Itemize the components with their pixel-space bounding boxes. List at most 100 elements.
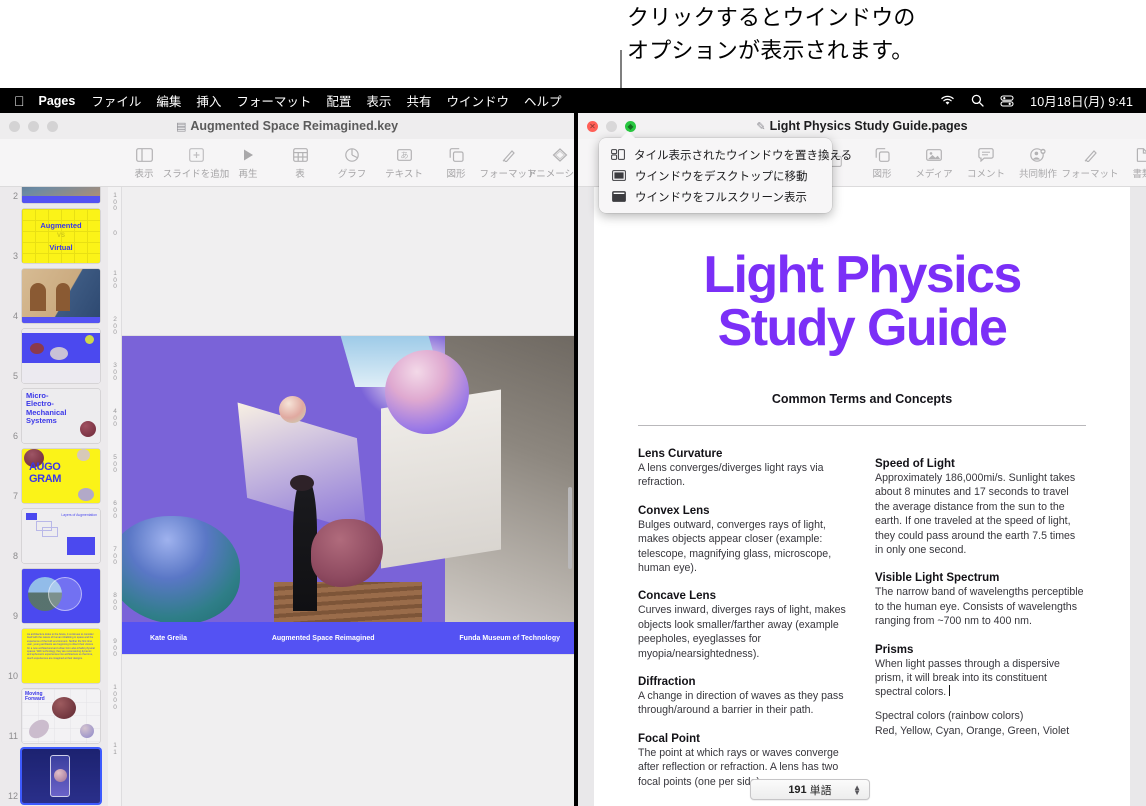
keynote-tool-add-slide[interactable]: スライドを追加 [163, 146, 229, 180]
pages-tool-document[interactable]: 書類 [1116, 146, 1146, 180]
slide-thumb-row[interactable]: 11 Moving Forward [0, 689, 108, 743]
word-count-stepper[interactable]: ▲ ▼ [853, 783, 861, 796]
word-count-number: 191 [788, 783, 807, 796]
keynote-tool-add-slide-label: スライドを追加 [162, 168, 230, 180]
pages-titlebar[interactable]: ✕ ◆ ✎ Light Physics Study Guide.pages [578, 113, 1146, 139]
photo-blob-red [311, 519, 384, 588]
keynote-tool-animate[interactable]: アニメーション [527, 146, 574, 180]
keynote-vertical-ruler: 100 0 100 200 300 400 500 600 700 800 90… [108, 187, 122, 806]
slide-thumb-row[interactable]: 9 [0, 569, 108, 623]
slide-number: 7 [12, 491, 18, 501]
keynote-slide-canvas[interactable]: Kate Greila Augmented Space Reimagined F… [122, 187, 574, 806]
term-definition-text: When light passes through a dispersive p… [875, 657, 1060, 699]
pages-tool-shape[interactable]: 図形 [856, 146, 908, 180]
control-center-icon[interactable] [1000, 94, 1014, 107]
search-icon[interactable] [971, 94, 984, 107]
menu-item-fullscreen-window[interactable]: ウインドウをフルスクリーン表示 [599, 186, 832, 207]
slide-thumb-row[interactable]: 5 [0, 329, 108, 383]
pages-tool-comment[interactable]: コメント [960, 146, 1012, 180]
slide-thumb-row[interactable]: 7 AUGO GRAM [0, 449, 108, 503]
pages-body: Light Physics Study Guide Common Terms a… [578, 187, 1146, 806]
view-icon [135, 146, 153, 164]
menubar-clock[interactable]: 10月18日(月) 9:41 [1030, 91, 1133, 110]
menu-item-view[interactable]: 表示 [366, 91, 391, 110]
pages-tool-format[interactable]: フォーマット [1061, 146, 1119, 180]
pages-tool-format-label: フォーマット [1061, 168, 1119, 180]
slide-thumbnail[interactable] [22, 187, 100, 203]
slide-thumb-row[interactable]: 12 [0, 749, 108, 803]
keynote-toolbar: 表示 スライドを追加 再生 表 グラフ あ テキスト 図形 フォーマット アニメ… [0, 139, 574, 187]
slide-thumbnail[interactable]: Augmented VS Virtual [22, 209, 100, 263]
window-options-menu[interactable]: タイル表示されたウインドウを置き換える ウインドウをデスクトップに移動 ウインド… [599, 131, 852, 213]
slide-thumbnail[interactable]: As architecture looks to the future, it … [22, 629, 100, 683]
pages-close-button[interactable]: ✕ [587, 121, 598, 132]
ruler-tick: 0 [113, 230, 117, 237]
keynote-tool-table[interactable]: 表 [274, 146, 326, 180]
ruler-tick: 700 [113, 546, 117, 567]
word-count-badge[interactable]: 191 単語 ▲ ▼ [750, 779, 870, 800]
photo-person-hair [289, 474, 314, 491]
ruler-tick: 100 [113, 270, 117, 291]
slide-thumbnail[interactable] [22, 569, 100, 623]
slide-footer-author: Kate Greila [150, 634, 187, 642]
keynote-slide-navigator[interactable]: 2 3 Augmented VS Virtual 4 5 6 Micro- El… [0, 187, 108, 806]
keynote-tool-text[interactable]: あ テキスト [378, 146, 430, 180]
keynote-minimize-button[interactable] [28, 121, 39, 132]
wifi-icon[interactable] [940, 95, 955, 106]
menu-item-help[interactable]: ヘルプ [524, 91, 562, 110]
term-definition: A change in direction of waves as they p… [638, 690, 844, 717]
keynote-tool-shape[interactable]: 図形 [430, 146, 482, 180]
slide-thumb-row[interactable]: 10 As architecture looks to the future, … [0, 629, 108, 683]
stepper-down-icon[interactable]: ▼ [853, 788, 861, 796]
ruler-tick: 200 [113, 316, 117, 337]
menu-item-insert[interactable]: 挿入 [196, 91, 221, 110]
document-icon [1136, 146, 1146, 164]
keynote-tool-play[interactable]: 再生 [222, 146, 274, 180]
slide-thumbnail[interactable]: AUGO GRAM [22, 449, 100, 503]
keynote-canvas-scrollbar[interactable] [568, 487, 572, 569]
menu-item-edit[interactable]: 編集 [156, 91, 181, 110]
slide-thumbnail[interactable] [22, 269, 100, 323]
slide-thumb-row[interactable]: 3 Augmented VS Virtual [0, 209, 108, 263]
ruler-tick: 100 [113, 192, 117, 213]
menu-item-format[interactable]: フォーマット [236, 91, 311, 110]
slide-thumb-row[interactable]: 2 [0, 187, 108, 203]
menubar-app-name[interactable]: Pages [39, 94, 76, 108]
slide-number: 2 [12, 191, 18, 201]
slide-thumb-row[interactable]: 8 Layers of Augmentation [0, 509, 108, 563]
apple-logo-icon[interactable]:  [14, 94, 25, 108]
keynote-tool-chart[interactable]: グラフ [326, 146, 378, 180]
pages-minimize-button[interactable] [606, 121, 617, 132]
term-definition: Bulges outward, converges rays of light,… [638, 518, 832, 575]
slide-thumbnail[interactable]: Layers of Augmentation [22, 509, 100, 563]
slide-thumbnail-selected[interactable] [22, 749, 100, 803]
keynote-close-button[interactable] [9, 121, 20, 132]
term-heading: Lens Curvature [638, 448, 723, 460]
menu-item-arrange[interactable]: 配置 [326, 91, 351, 110]
ruler-tick: 800 [113, 592, 117, 613]
replace-tiled-window-icon [611, 149, 625, 160]
menu-item-window[interactable]: ウインドウ [446, 91, 509, 110]
slide-thumb-row[interactable]: 6 Micro- Electro- Mechanical Systems [0, 389, 108, 443]
pages-tool-collaborate[interactable]: 共同制作 [1012, 146, 1064, 180]
menu-item-file[interactable]: ファイル [91, 91, 141, 110]
term-heading: Convex Lens [638, 504, 710, 517]
slide-thumb-row[interactable]: 4 [0, 269, 108, 323]
keynote-current-slide[interactable]: Kate Greila Augmented Space Reimagined F… [122, 336, 574, 654]
keynote-traffic-lights [9, 121, 58, 132]
slide-thumbnail[interactable] [22, 329, 100, 383]
term-heading: Prisms [875, 643, 914, 656]
pages-tool-media[interactable]: メディア [908, 146, 960, 180]
pages-document-page[interactable]: Light Physics Study Guide Common Terms a… [594, 187, 1130, 806]
text-icon: あ [396, 146, 412, 164]
keynote-titlebar[interactable]: ▤ Augmented Space Reimagined.key [0, 113, 574, 139]
slide-number: 10 [7, 671, 18, 681]
menu-item-share[interactable]: 共有 [406, 91, 431, 110]
ruler-tick: 400 [113, 408, 117, 429]
slide-thumbnail[interactable]: Moving Forward [22, 689, 100, 743]
slide-thumbnail[interactable]: Micro- Electro- Mechanical Systems [22, 389, 100, 443]
menu-item-move-window-to-desktop[interactable]: ウインドウをデスクトップに移動 [599, 165, 832, 186]
pages-tool-shape-label: 図形 [872, 168, 892, 180]
keynote-zoom-button[interactable] [47, 121, 58, 132]
menu-item-replace-tiled-window[interactable]: タイル表示されたウインドウを置き換える [599, 144, 852, 165]
